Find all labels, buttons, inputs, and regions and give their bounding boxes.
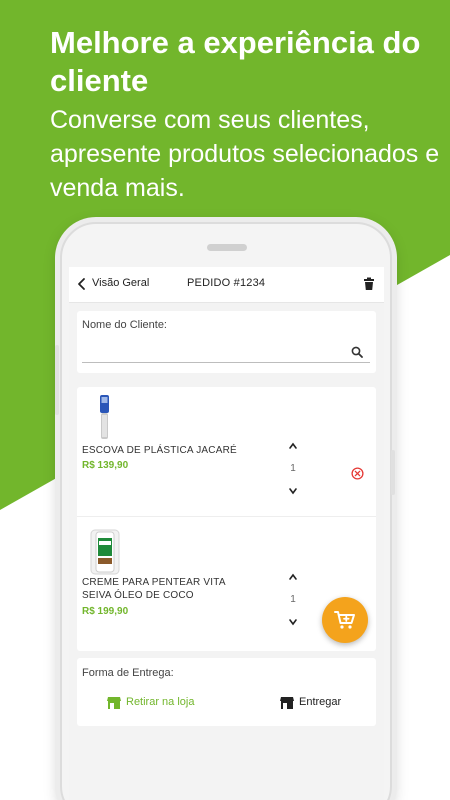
add-to-cart-button[interactable] [322,597,368,643]
app-screen: Visão Geral PEDIDO #1234 Nome do Cliente… [69,267,384,800]
client-card: Nome do Cliente: [77,311,376,373]
pickup-in-store-option[interactable]: Retirar na loja [107,694,194,710]
product-image [90,529,120,575]
deliver-option[interactable]: Entregar [280,694,341,710]
store-icon [107,696,121,709]
hero-headline: Melhore a experiência do cliente [50,25,421,98]
remove-item-icon[interactable] [351,467,364,480]
quantity-stepper: 1 [281,441,305,503]
client-name-label: Nome do Cliente: [82,319,167,331]
add-to-cart-icon [334,611,355,629]
product-name: ESCOVA DE PLÁSTICA JACARÉ [82,445,237,456]
chevron-up-icon[interactable] [288,572,298,582]
hero-subhead: Converse com seus clientes, apresente pr… [50,106,440,202]
deliver-label: Entregar [299,696,342,708]
delivery-card: Forma de Entrega: Retirar na loja Entreg… [77,658,376,726]
product-name: CREME PARA PENTEAR VITA SEIVA ÓLEO DE CO… [82,577,226,601]
chevron-down-icon[interactable] [288,617,298,627]
phone-side-button [391,450,395,495]
trash-icon[interactable] [363,277,375,291]
search-icon[interactable] [351,346,363,358]
pickup-in-store-label: Retirar na loja [126,696,195,708]
app-bar: Visão Geral PEDIDO #1234 [69,267,384,303]
chevron-up-icon[interactable] [288,441,298,451]
product-image [100,395,109,439]
delivery-method-label: Forma de Entrega: [82,667,174,679]
chevron-left-icon[interactable] [76,277,88,291]
phone-speaker [207,244,247,251]
product-price: R$ 139,90 [82,460,129,471]
product-price: R$ 199,90 [82,606,129,617]
back-link[interactable]: Visão Geral [92,277,149,289]
order-item: ESCOVA DE PLÁSTICA JACARÉ R$ 139,90 1 [77,387,376,517]
store-icon [280,696,294,709]
quantity-value: 1 [290,594,296,605]
quantity-stepper: 1 [281,572,305,634]
phone-side-button [55,345,59,415]
quantity-value: 1 [290,463,296,474]
client-name-input[interactable] [82,337,370,363]
chevron-down-icon[interactable] [288,486,298,496]
page-title: PEDIDO #1234 [187,277,266,289]
